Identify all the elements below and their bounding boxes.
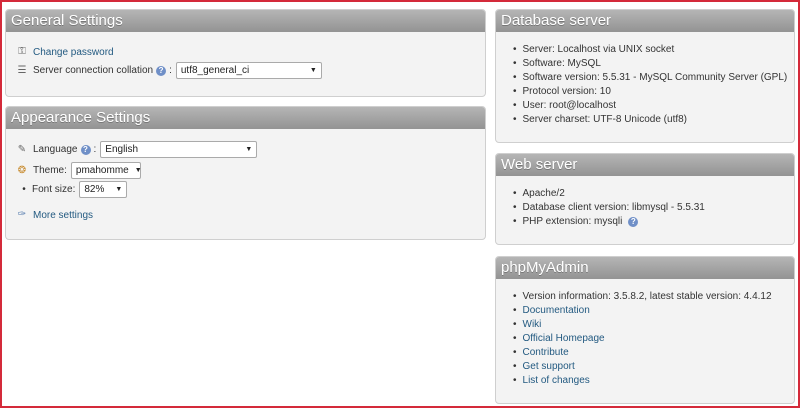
general-settings-panel: General Settings ⚿ Change password ☰ Ser… [5,9,486,97]
phpmyadmin-panel: phpMyAdmin Version information: 3.5.8.2,… [495,256,795,404]
help-icon[interactable]: ? [156,65,167,76]
version-info: Version information: 3.5.8.2, latest sta… [513,290,772,304]
list-item: Documentation [513,304,772,318]
theme-select[interactable]: pmahomme ▼ [70,162,142,179]
change-password-link[interactable]: Change password [33,47,114,58]
language-value: English [105,144,139,155]
theme-value: pmahomme [75,165,129,176]
php-extension-text: PHP extension: mysqli [522,216,623,227]
get-support-link[interactable]: Get support [523,361,575,372]
web-server-title: Web server [496,154,794,176]
documentation-link[interactable]: Documentation [523,305,590,316]
theme-label: Theme: [33,165,67,176]
list-item: Apache/2 [513,187,705,201]
list-item: Get support [513,360,772,374]
wiki-link[interactable]: Wiki [523,319,542,330]
fontsize-select[interactable]: 82% ▼ [79,181,128,198]
chevron-down-icon: ▼ [134,167,142,174]
help-icon[interactable]: ? [80,144,91,155]
colon: : [93,144,97,155]
chevron-down-icon: ▼ [309,67,317,74]
more-settings-row: ✑ More settings [16,209,93,221]
list-item: Official Homepage [513,332,772,346]
list-item: Server charset: UTF-8 Unicode (utf8) [513,113,787,127]
list-icon: ☰ [17,64,27,76]
colon: : [169,65,172,76]
contribute-link[interactable]: Contribute [523,347,569,358]
palette-icon: ❂ [17,164,27,176]
appearance-settings-title: Appearance Settings [6,107,485,129]
chevron-down-icon: ▼ [245,146,253,153]
list-item: PHP extension: mysqli? [513,215,705,229]
help-icon[interactable]: ? [628,217,639,227]
general-settings-title: General Settings [6,10,485,32]
fontsize-row: • Font size: 82% ▼ [18,181,128,198]
collation-label: Server connection collation [33,65,154,76]
list-item: User: root@localhost [513,99,787,113]
collation-select[interactable]: utf8_general_ci ▼ [175,62,322,79]
phpmyadmin-title: phpMyAdmin [496,257,794,279]
bullet: • [22,184,26,195]
appearance-settings-panel: Appearance Settings ✎ Language ? : Engli… [5,106,486,240]
web-server-panel: Web server Apache/2 Database client vers… [495,153,795,245]
list-item: Software: MySQL [513,57,787,71]
theme-row: ❂ Theme: pmahomme ▼ [16,162,142,179]
list-item: Contribute [513,346,772,360]
fontsize-label: Font size: [32,184,76,195]
list-of-changes-link[interactable]: List of changes [523,375,590,386]
language-label: Language [33,144,78,155]
official-homepage-link[interactable]: Official Homepage [523,333,605,344]
list-item: List of changes [513,374,772,388]
language-select[interactable]: English ▼ [100,141,258,158]
collation-row: ☰ Server connection collation ? : utf8_g… [16,62,322,79]
phpmyadmin-info-list: Version information: 3.5.8.2, latest sta… [513,290,772,388]
list-item: Software version: 5.5.31 - MySQL Communi… [513,71,788,85]
fontsize-value: 82% [84,184,105,195]
more-settings-link[interactable]: More settings [33,210,93,221]
list-item: Wiki [513,318,772,332]
collation-value: utf8_general_ci [180,65,250,76]
wrench-icon: ✑ [17,209,27,220]
list-item: Server: Localhost via UNIX socket [513,43,787,57]
database-server-panel: Database server Server: Localhost via UN… [495,9,795,143]
change-password-row: ⚿ Change password [16,46,114,58]
chevron-down-icon: ▼ [115,186,123,193]
list-item: Database client version: libmysql - 5.5.… [513,201,705,215]
database-info-list: Server: Localhost via UNIX socket Softwa… [513,43,788,127]
language-row: ✎ Language ? : English ▼ [16,141,258,158]
language-icon: ✎ [17,143,27,155]
database-server-title: Database server [496,10,794,32]
key-icon: ⚿ [18,46,26,57]
web-info-list: Apache/2 Database client version: libmys… [513,187,705,229]
list-item: Protocol version: 10 [513,85,787,99]
